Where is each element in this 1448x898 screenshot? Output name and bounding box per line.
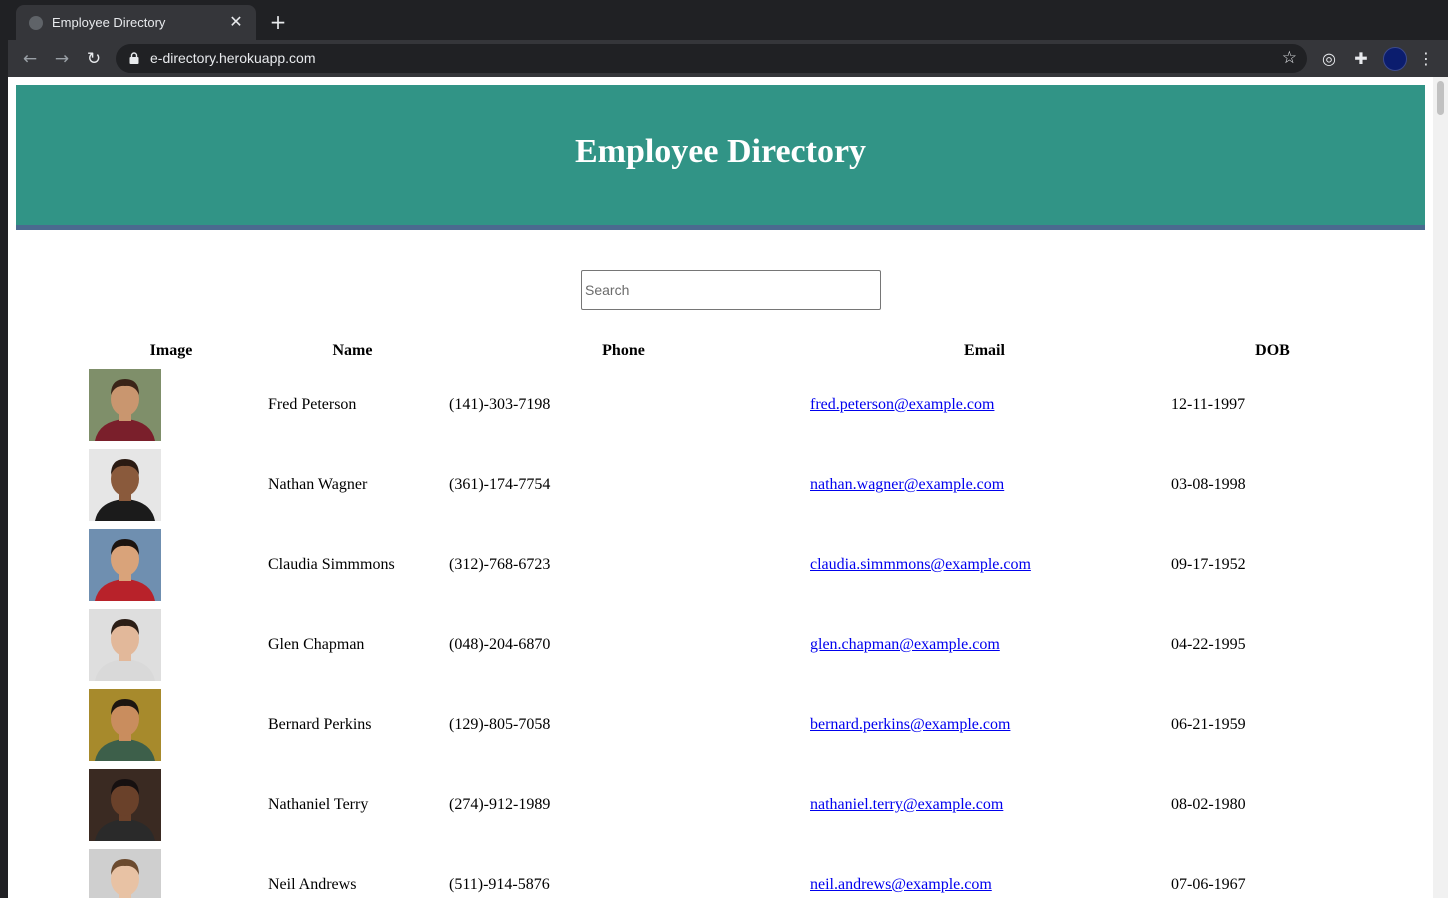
image-cell [80, 685, 262, 765]
globe-icon [29, 16, 43, 30]
employee-dob: 12-11-1997 [1171, 396, 1246, 413]
header-banner: Employee Directory [16, 85, 1425, 230]
employee-phone: (274)-912-1989 [449, 796, 551, 813]
browser-tab-bar: Employee Directory ✕ + [0, 0, 1448, 40]
employee-email-cell: nathaniel.terry@example.com [804, 765, 1165, 845]
close-tab-icon[interactable]: ✕ [226, 12, 246, 32]
url-text: e-directory.herokuapp.com [150, 50, 316, 66]
column-header-dob[interactable]: DOB [1165, 337, 1380, 365]
employee-name: Bernard Perkins [268, 716, 372, 733]
employee-dob: 08-02-1980 [1171, 796, 1246, 813]
employee-photo [89, 449, 161, 521]
employee-email-cell: glen.chapman@example.com [804, 605, 1165, 685]
employee-email-cell: bernard.perkins@example.com [804, 685, 1165, 765]
table-row: Glen Chapman (048)-204-6870 glen.chapman@e… [80, 605, 1380, 685]
column-header-phone[interactable]: Phone [443, 337, 804, 365]
back-icon[interactable]: ← [18, 47, 42, 71]
employee-photo [89, 529, 161, 601]
image-cell [80, 845, 262, 898]
extension-target-icon[interactable]: ◎ [1318, 48, 1340, 70]
column-header-name[interactable]: Name [262, 337, 443, 365]
employee-email-cell: neil.andrews@example.com [804, 845, 1165, 898]
employee-name: Neil Andrews [268, 876, 357, 893]
employee-phone: (312)-768-6723 [449, 556, 551, 573]
profile-avatar[interactable] [1383, 47, 1407, 71]
bookmark-star-icon[interactable]: ☆ [1282, 48, 1297, 68]
page-title: Employee Directory [574, 133, 867, 170]
employee-name: Nathaniel Terry [268, 796, 369, 813]
employee-dob: 09-17-1952 [1171, 556, 1246, 573]
employee-email-link[interactable]: claudia.simmmons@example.com [810, 556, 1031, 573]
employee-dob: 06-21-1959 [1171, 716, 1246, 733]
employee-dob: 04-22-1995 [1171, 636, 1246, 653]
forward-icon[interactable]: → [50, 47, 74, 71]
lock-icon [129, 52, 139, 64]
extensions-puzzle-icon[interactable]: ✚ [1350, 48, 1372, 70]
menu-kebab-icon[interactable]: ⋮ [1415, 48, 1437, 70]
employee-phone: (361)-174-7754 [449, 476, 551, 493]
table-row: Nathan Wagner (361)-174-7754 nathan.wagner… [80, 445, 1380, 525]
table-row: Bernard Perkins (129)-805-7058 bernard.per… [80, 685, 1380, 765]
column-header-image[interactable]: Image [80, 337, 262, 365]
window-edge [0, 0, 8, 898]
employee-email-link[interactable]: glen.chapman@example.com [810, 636, 1000, 653]
image-cell [80, 525, 262, 605]
employee-name: Claudia Simmmons [268, 556, 395, 573]
employee-email-cell: claudia.simmmons@example.com [804, 525, 1165, 605]
employee-email-link[interactable]: fred.peterson@example.com [810, 396, 994, 413]
table-header-row: Image Name Phone Email DOB [80, 337, 1380, 365]
employee-email-link[interactable]: nathaniel.terry@example.com [810, 796, 1003, 813]
employee-name: Glen Chapman [268, 636, 365, 653]
new-tab-icon[interactable]: + [268, 10, 288, 34]
employee-phone: (141)-303-7198 [449, 396, 551, 413]
employee-dob: 03-08-1998 [1171, 476, 1246, 493]
table-row: Fred Peterson (141)-303-7198 fred.peterson… [80, 365, 1380, 445]
employee-phone: (048)-204-6870 [449, 636, 551, 653]
employee-email-link[interactable]: nathan.wagner@example.com [810, 476, 1004, 493]
employee-photo [89, 849, 161, 898]
image-cell [80, 365, 262, 445]
employee-photo [89, 609, 161, 681]
browser-tab[interactable]: Employee Directory ✕ [16, 5, 256, 40]
image-cell [80, 765, 262, 845]
employee-photo [89, 769, 161, 841]
employee-photo [89, 689, 161, 761]
employee-email-cell: nathan.wagner@example.com [804, 445, 1165, 525]
image-cell [80, 445, 262, 525]
employee-name: Fred Peterson [268, 396, 357, 413]
employee-email-link[interactable]: neil.andrews@example.com [810, 876, 992, 893]
scrollbar-thumb[interactable] [1437, 81, 1444, 115]
employee-phone: (511)-914-5876 [449, 876, 550, 893]
browser-toolbar: ← → ↻ e-directory.herokuapp.com ☆ ◎ ✚ ⋮ [0, 40, 1448, 77]
employee-phone: (129)-805-7058 [449, 716, 551, 733]
employee-email-cell: fred.peterson@example.com [804, 365, 1165, 445]
page-viewport: Employee Directory Image Name Phone Emai… [8, 77, 1448, 898]
tab-title: Employee Directory [52, 15, 166, 30]
reload-icon[interactable]: ↻ [82, 47, 106, 71]
page-scrollbar[interactable] [1433, 77, 1448, 898]
image-cell [80, 605, 262, 685]
table-row: Claudia Simmmons (312)-768-6723 claudia.si… [80, 525, 1380, 605]
employee-table: Image Name Phone Email DOB Fred Peterson… [80, 337, 1380, 898]
table-row: Nathaniel Terry (274)-912-1989 nathaniel.t… [80, 765, 1380, 845]
employee-dob: 07-06-1967 [1171, 876, 1246, 893]
table-row: Neil Andrews (511)-914-5876 neil.andrews@e… [80, 845, 1380, 898]
employee-name: Nathan Wagner [268, 476, 368, 493]
employee-photo [89, 369, 161, 441]
address-bar[interactable]: e-directory.herokuapp.com ☆ [116, 44, 1307, 73]
column-header-email[interactable]: Email [804, 337, 1165, 365]
search-input[interactable] [581, 270, 881, 310]
employee-email-link[interactable]: bernard.perkins@example.com [810, 716, 1010, 733]
